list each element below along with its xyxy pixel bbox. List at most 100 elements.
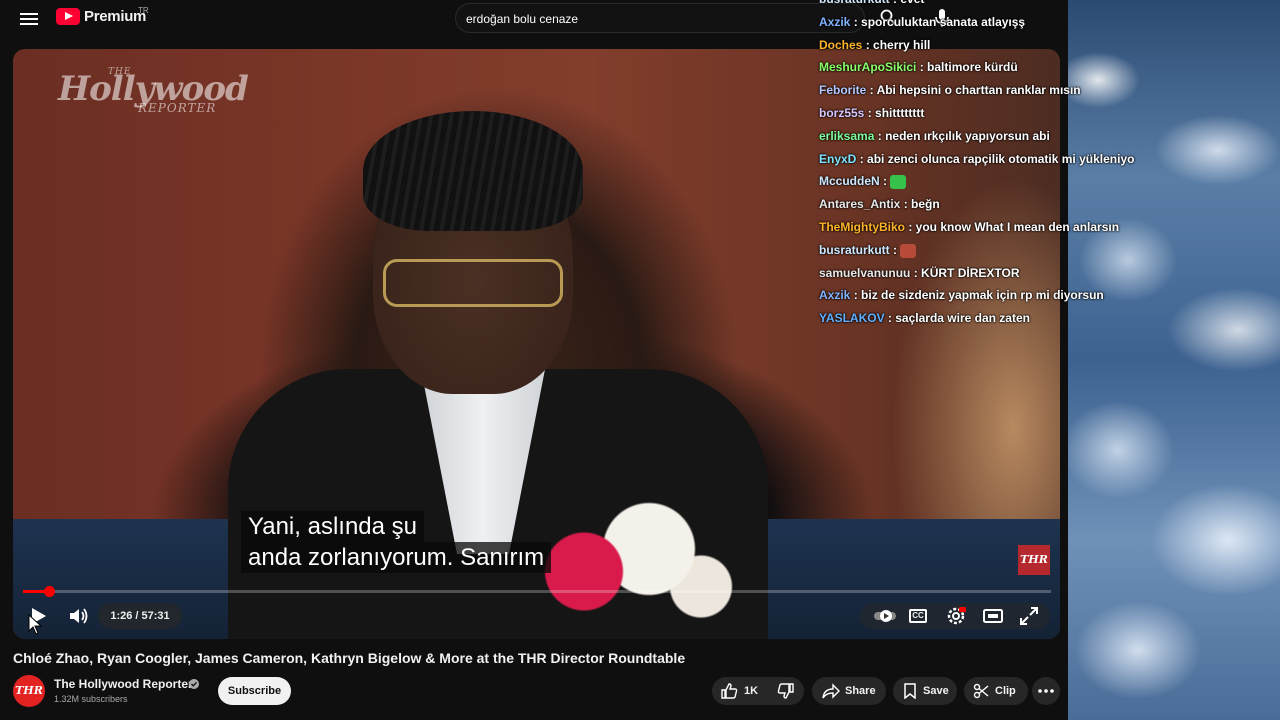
settings-gear-icon[interactable] xyxy=(945,605,967,627)
chat-text: cherry hill xyxy=(873,37,931,52)
chat-username[interactable]: Axzik xyxy=(819,288,850,302)
thr-corner-logo: THR xyxy=(1018,545,1050,575)
chat-separator: : xyxy=(910,265,922,280)
chat-message: MccuddeN : xyxy=(819,170,1159,193)
chat-emote-icon xyxy=(900,243,917,258)
chat-message: Axzik : sporculuktan sanata atlayışş xyxy=(819,11,1159,34)
hollywood-reporter-watermark: THE Hollywood REPORTER xyxy=(58,67,249,115)
theater-mode-icon[interactable] xyxy=(982,606,1004,626)
chat-username[interactable]: busraturkutt xyxy=(819,0,890,6)
chat-separator: : xyxy=(916,60,928,75)
share-icon xyxy=(822,683,840,699)
chat-separator: : xyxy=(900,197,912,212)
chat-message: YASLAKOV : saçlarda wire dan zaten xyxy=(819,307,1159,330)
chat-separator: : xyxy=(879,174,891,189)
clip-scissors-icon xyxy=(973,683,989,699)
chat-text: beğn xyxy=(911,197,940,212)
chat-username[interactable]: MeshurApoSikici xyxy=(819,60,916,74)
video-subtitle: Yani, aslında şu anda zorlanıyorum. Sanı… xyxy=(241,511,552,573)
clip-label: Clip xyxy=(995,685,1016,697)
mouse-cursor-icon xyxy=(28,614,43,635)
chat-text: shitttttttt xyxy=(875,105,925,120)
clip-button[interactable]: Clip xyxy=(964,677,1028,705)
chat-username[interactable]: Feborite xyxy=(819,83,866,97)
share-label: Share xyxy=(845,685,876,697)
chat-separator: : xyxy=(850,14,862,29)
search-query: erdoğan bolu cenaze xyxy=(466,12,579,26)
thumbs-up-icon[interactable] xyxy=(720,683,738,699)
chat-username[interactable]: EnyxD xyxy=(819,152,856,166)
chat-separator: : xyxy=(890,0,901,6)
more-dots-icon xyxy=(1038,689,1054,693)
menu-icon[interactable] xyxy=(18,10,40,28)
chat-username[interactable]: Antares_Antix xyxy=(819,197,900,211)
chat-message: Feborite : Abi hepsini o charttan rankla… xyxy=(819,79,1159,102)
chat-username[interactable]: MccuddeN xyxy=(819,174,880,188)
progress-scrubber[interactable] xyxy=(43,586,55,597)
chat-message: Doches : cherry hill xyxy=(819,34,1159,57)
logo-region: TR xyxy=(138,6,149,15)
chat-separator: : xyxy=(864,105,876,120)
video-title: Chloé Zhao, Ryan Coogler, James Cameron,… xyxy=(13,650,686,666)
save-label: Save xyxy=(923,685,949,697)
chat-text: KÜRT DİREXTOR xyxy=(921,265,1020,280)
video-scene-glasses xyxy=(383,259,563,307)
like-count[interactable]: 1K xyxy=(744,677,758,705)
chat-overlay: busraturkutt : evetAxzik : sporculuktan … xyxy=(819,0,1159,330)
chat-separator: : xyxy=(856,151,868,166)
subtitle-line-1: Yani, aslında şu xyxy=(241,511,424,542)
chat-message: TheMightyBiko : you know What I mean den… xyxy=(819,216,1159,239)
channel-avatar[interactable]: THR xyxy=(13,675,45,707)
youtube-icon xyxy=(56,8,80,25)
chat-message: EnyxD : abi zenci olunca rapçilik otomat… xyxy=(819,148,1159,171)
chat-username[interactable]: samuelvanunuu xyxy=(819,266,910,280)
channel-name[interactable]: The Hollywood Reporter xyxy=(54,677,193,691)
chat-username[interactable]: busraturkutt xyxy=(819,243,890,257)
chat-username[interactable]: YASLAKOV xyxy=(819,311,885,325)
search-input[interactable]: erdoğan bolu cenaze xyxy=(455,3,865,33)
chat-message: erliksama : neden ırkçılık yapıyorsun ab… xyxy=(819,125,1159,148)
video-scene-hair xyxy=(363,111,583,231)
chat-message: samuelvanunuu : KÜRT DİREXTOR xyxy=(819,262,1159,285)
progress-bar[interactable] xyxy=(23,586,1051,597)
subscribe-button[interactable]: Subscribe xyxy=(218,677,291,705)
chat-username[interactable]: Doches xyxy=(819,38,862,52)
chat-separator: : xyxy=(862,37,874,52)
chat-text: saçlarda wire dan zaten xyxy=(895,311,1030,326)
chat-separator: : xyxy=(905,219,916,234)
chat-separator: : xyxy=(884,311,896,326)
chat-message: Axzik : biz de sizdeniz yapmak için rp m… xyxy=(819,284,1159,307)
chat-text: baltimore kürdü xyxy=(927,60,1018,75)
volume-icon[interactable] xyxy=(67,605,89,627)
chat-text: abi zenci olunca rapçilik otomatik mi yü… xyxy=(867,151,1135,166)
subscriber-count: 1.32M subscribers xyxy=(54,694,128,704)
thumbs-down-icon[interactable] xyxy=(777,683,795,699)
chat-username[interactable]: borz55s xyxy=(819,106,864,120)
chat-message: busraturkutt : xyxy=(819,239,1159,262)
like-dislike-group: 1K xyxy=(712,677,804,705)
captions-icon[interactable]: CC xyxy=(909,609,927,623)
chat-text: you know What I mean den anlarsın xyxy=(915,219,1120,234)
more-actions-button[interactable] xyxy=(1032,677,1060,705)
chat-message: MeshurApoSikici : baltimore kürdü xyxy=(819,56,1159,79)
chat-message: busraturkutt : evet xyxy=(819,0,1159,11)
chat-emote-icon xyxy=(890,175,907,190)
chat-username[interactable]: erliksama xyxy=(819,129,874,143)
autoplay-toggle-icon[interactable] xyxy=(873,607,897,625)
logo-text: Premium xyxy=(84,8,147,25)
chat-separator: : xyxy=(874,128,886,143)
fullscreen-icon[interactable] xyxy=(1019,606,1039,626)
chat-username[interactable]: TheMightyBiko xyxy=(819,220,905,234)
chat-separator: : xyxy=(889,242,901,257)
chat-message: borz55s : shitttttttt xyxy=(819,102,1159,125)
subtitle-line-2: anda zorlanıyorum. Sanırım xyxy=(241,542,552,573)
chat-username[interactable]: Axzik xyxy=(819,15,850,29)
share-button[interactable]: Share xyxy=(812,677,886,705)
chat-text: sporculuktan sanata atlayışş xyxy=(861,14,1026,29)
chat-text: biz de sizdeniz yapmak için rp mi diyors… xyxy=(861,288,1104,303)
save-bookmark-icon xyxy=(904,683,916,699)
chat-separator: : xyxy=(850,288,862,303)
chat-text: evet xyxy=(900,0,924,6)
save-button[interactable]: Save xyxy=(893,677,957,705)
youtube-premium-logo[interactable]: Premium TR xyxy=(56,6,149,25)
